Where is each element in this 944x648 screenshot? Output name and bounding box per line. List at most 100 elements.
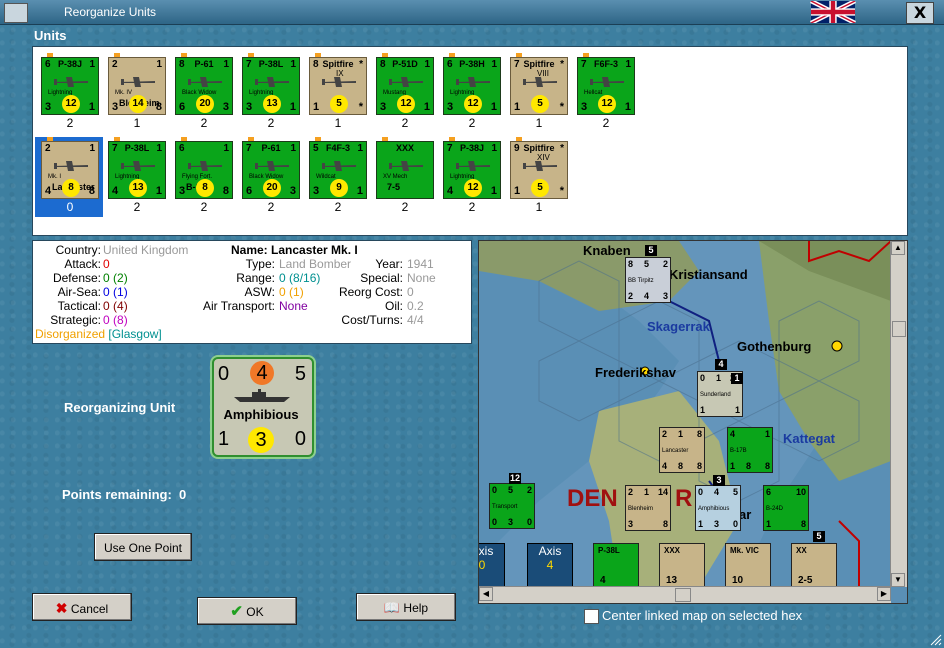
map-counter-bottom-left: 1 xyxy=(766,519,772,529)
defense-label: Defense: xyxy=(52,271,101,285)
reorganize-units-window: Reorganize Units X Units 6 1 P-38J Lightnin… xyxy=(0,0,944,648)
map-unit-counter[interactable]: 4 1 B-17B 1 8 8 xyxy=(727,427,773,473)
reorganizing-unit-counter[interactable]: 0 4 5 Amphibious 1 3 0 xyxy=(212,357,314,457)
oil-value: 0.2 xyxy=(407,299,424,313)
horizontal-scroll-thumb[interactable] xyxy=(675,588,691,602)
unit-count: 2 xyxy=(401,116,409,130)
unit-info-panel: Country: United Kingdom Attack: 0 Defense:… xyxy=(32,240,472,344)
unit-bottom-left: 4 xyxy=(112,185,119,197)
map-stack-badge: 4 xyxy=(715,359,727,370)
vertical-scroll-thumb[interactable] xyxy=(892,321,906,337)
map-stack-badge: 12 xyxy=(509,473,522,484)
map-place-label: Frederikshav xyxy=(595,365,676,380)
map-unit-counter[interactable]: P-38L 4 xyxy=(593,543,639,589)
map-place-label: Knaben xyxy=(583,243,631,258)
map-unit-counter[interactable]: 6 10 B-24D 1 8 xyxy=(763,485,809,531)
help-book-icon: 📖 xyxy=(383,600,401,615)
range-value: 0 xyxy=(279,271,286,285)
map-unit-counter[interactable]: XXX 13 xyxy=(659,543,705,589)
asw-label: ASW: xyxy=(244,285,275,299)
center-linked-map-checkbox[interactable] xyxy=(584,609,599,624)
use-one-point-button[interactable]: Use One Point xyxy=(94,533,192,561)
map-unit-counter[interactable]: 2 1 14 Blenheim 3 8 xyxy=(625,485,671,531)
linked-map[interactable]: Knaben Kristiansand Skagerrak Gothenburg Fre… xyxy=(478,240,908,604)
window-menu-icon[interactable] xyxy=(4,3,28,23)
unit-counter[interactable]: 6 1 P-38J Lightning 3 12 1 xyxy=(41,57,99,115)
unit-counter[interactable]: 8 1 P-51D Mustang 3 12 1 xyxy=(376,57,434,115)
map-counter-bottom-right: 8 xyxy=(764,461,770,471)
unit-counter[interactable]: 9 * Spitfire XIV 1 5 * xyxy=(510,141,568,199)
aircraft-silhouette-icon xyxy=(389,161,423,171)
scroll-up-icon[interactable]: ▲ xyxy=(891,241,905,255)
aircraft-silhouette-icon xyxy=(255,161,289,171)
map-unit-counter[interactable]: XX 2-5 xyxy=(791,543,837,589)
aircraft-silhouette-icon xyxy=(322,161,356,171)
unit-counter[interactable]: 5 1 F4F-3 Wildcat 3 9 1 xyxy=(309,141,367,199)
map-counter-value: 10 xyxy=(732,575,744,586)
map-counter-label: Sunderland xyxy=(700,392,731,398)
unit-counter[interactable]: 61Flying Fort.B-17F388 xyxy=(175,141,233,199)
help-button[interactable]: 📖 Help xyxy=(356,593,456,621)
unit-counter[interactable]: 7 1 P-38L Lightning 3 13 1 xyxy=(242,57,300,115)
map-counter-top-right: 5 xyxy=(732,487,738,497)
map-counter-label: XX xyxy=(796,546,807,555)
unit-bottom-center: 9 xyxy=(330,179,348,197)
close-button[interactable]: X xyxy=(906,2,934,24)
axis-status-box: Axis 4 xyxy=(527,543,573,589)
unit-bottom-center: 12 xyxy=(464,179,482,197)
map-counter-top-center: 1 xyxy=(644,487,650,497)
unit-counter[interactable]: 7 1 P-61 Black Widow 6 20 3 xyxy=(242,141,300,199)
map-counter-bottom-center: 3 xyxy=(508,517,514,527)
scroll-down-icon[interactable]: ▼ xyxy=(891,573,905,587)
map-unit-counter[interactable]: Mk. VIC 10 xyxy=(725,543,771,589)
map-counter-top-left: 6 xyxy=(766,487,772,497)
map-counter-top-right: 14 xyxy=(657,487,668,497)
map-counter-label: B-24D xyxy=(766,506,784,512)
unit-counter[interactable]: XXX XV Mech 7-5 xyxy=(376,141,434,199)
unit-counter[interactable]: 21Mk. ILancaster488 xyxy=(41,141,99,199)
aircraft-silhouette-icon xyxy=(523,161,557,171)
unit-bottom-center: 12 xyxy=(397,95,415,113)
unit-counter[interactable]: 8 1 P-61 Black Widow 6 20 3 xyxy=(175,57,233,115)
map-counter-top-left: 2 xyxy=(628,487,634,497)
scroll-right-icon[interactable]: ▶ xyxy=(877,587,891,601)
cancel-button[interactable]: ✖ Cancel xyxy=(32,593,132,621)
map-counter-top-left: 0 xyxy=(492,485,498,495)
horizontal-scrollbar[interactable]: ◀ ▶ xyxy=(479,586,891,603)
map-counter-value: 4 xyxy=(600,575,606,586)
units-list[interactable]: 61P-38JLightning3121 2 21Mk. IVBlenheim314… xyxy=(32,46,908,236)
unit-count: 2 xyxy=(267,200,275,214)
map-unit-counter[interactable]: 0 4 5 Amphibious 1 3 0 xyxy=(695,485,741,531)
unit-bottom-right: 1 xyxy=(88,101,95,113)
unit-counter[interactable]: 7 1 P-38J Lightning 4 12 1 xyxy=(443,141,501,199)
map-counter-label: XXX xyxy=(664,546,681,555)
map-counter-top-right: 2 xyxy=(526,485,532,495)
united-kingdom-flag-icon xyxy=(810,1,856,23)
map-unit-counter[interactable]: 0 5 2 Transport 0 3 0 xyxy=(489,483,535,529)
unit-type-label: Wildcat xyxy=(316,174,336,180)
unit-counter[interactable]: 7 * Spitfire VIII 1 5 * xyxy=(510,57,568,115)
unit-bottom-left: 1 xyxy=(514,185,521,197)
resize-grip-icon[interactable] xyxy=(930,634,942,646)
ok-button[interactable]: ✔ OK xyxy=(197,597,297,625)
map-counter-bottom-right: 8 xyxy=(662,519,668,529)
aircraft-silhouette-icon xyxy=(322,77,356,87)
scroll-left-icon[interactable]: ◀ xyxy=(479,587,493,601)
unit-counter[interactable]: 7 1 F6F-3 Hellcat 3 12 1 xyxy=(577,57,635,115)
unit-counter[interactable]: 6 1 P-38H Lightning 3 12 1 xyxy=(443,57,501,115)
unit-counter[interactable]: 7 1 P-38L Lightning 4 13 1 xyxy=(108,141,166,199)
aircraft-silhouette-icon xyxy=(456,161,490,171)
year-value: 1941 xyxy=(407,257,434,271)
counter-top-center: 4 xyxy=(250,361,274,385)
unit-type-label: Hellcat xyxy=(584,90,603,96)
map-terrain[interactable] xyxy=(479,241,891,587)
title-bar[interactable]: Reorganize Units X xyxy=(0,0,944,25)
map-unit-counter[interactable]: 2 1 8 Lancaster 4 8 8 xyxy=(659,427,705,473)
unit-name: Spitfire xyxy=(523,59,555,69)
map-unit-counter[interactable]: 8 5 2 BB Tirpitz 2 4 3 xyxy=(625,257,671,303)
counter-bottom-center: 3 xyxy=(248,427,274,453)
vertical-scrollbar[interactable]: ▲ ▼ xyxy=(890,241,907,587)
unit-bottom-left: 3 xyxy=(179,185,186,197)
unit-counter[interactable]: 21Mk. IVBlenheim3148 xyxy=(108,57,166,115)
unit-counter[interactable]: 8 * Spitfire IX 1 5 * xyxy=(309,57,367,115)
